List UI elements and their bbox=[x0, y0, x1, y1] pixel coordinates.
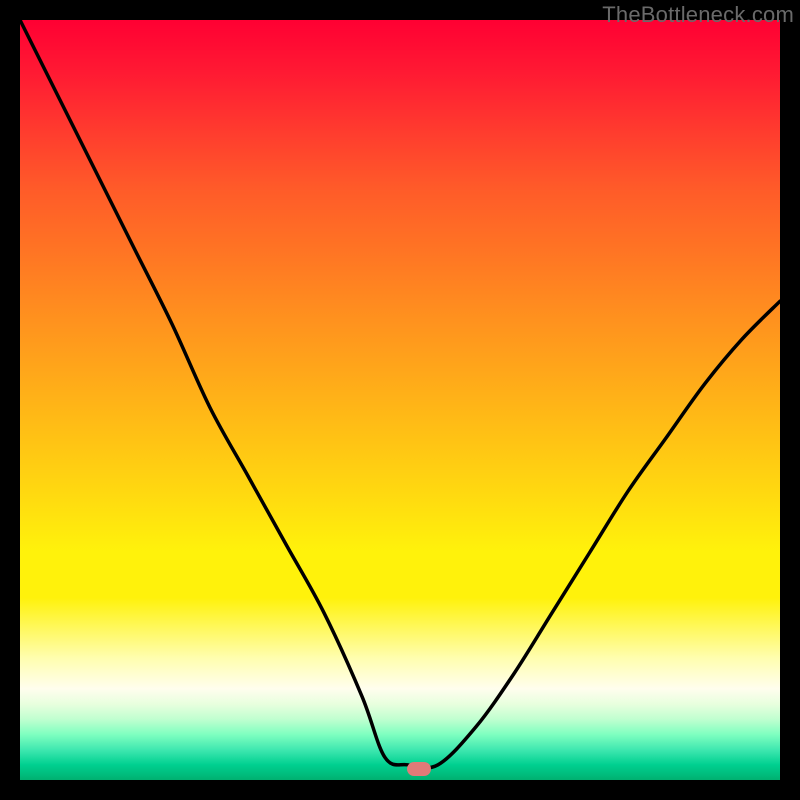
chart-frame bbox=[20, 20, 780, 780]
optimal-marker bbox=[407, 762, 431, 776]
bottleneck-curve bbox=[20, 20, 780, 780]
watermark-text: TheBottleneck.com bbox=[602, 2, 794, 28]
